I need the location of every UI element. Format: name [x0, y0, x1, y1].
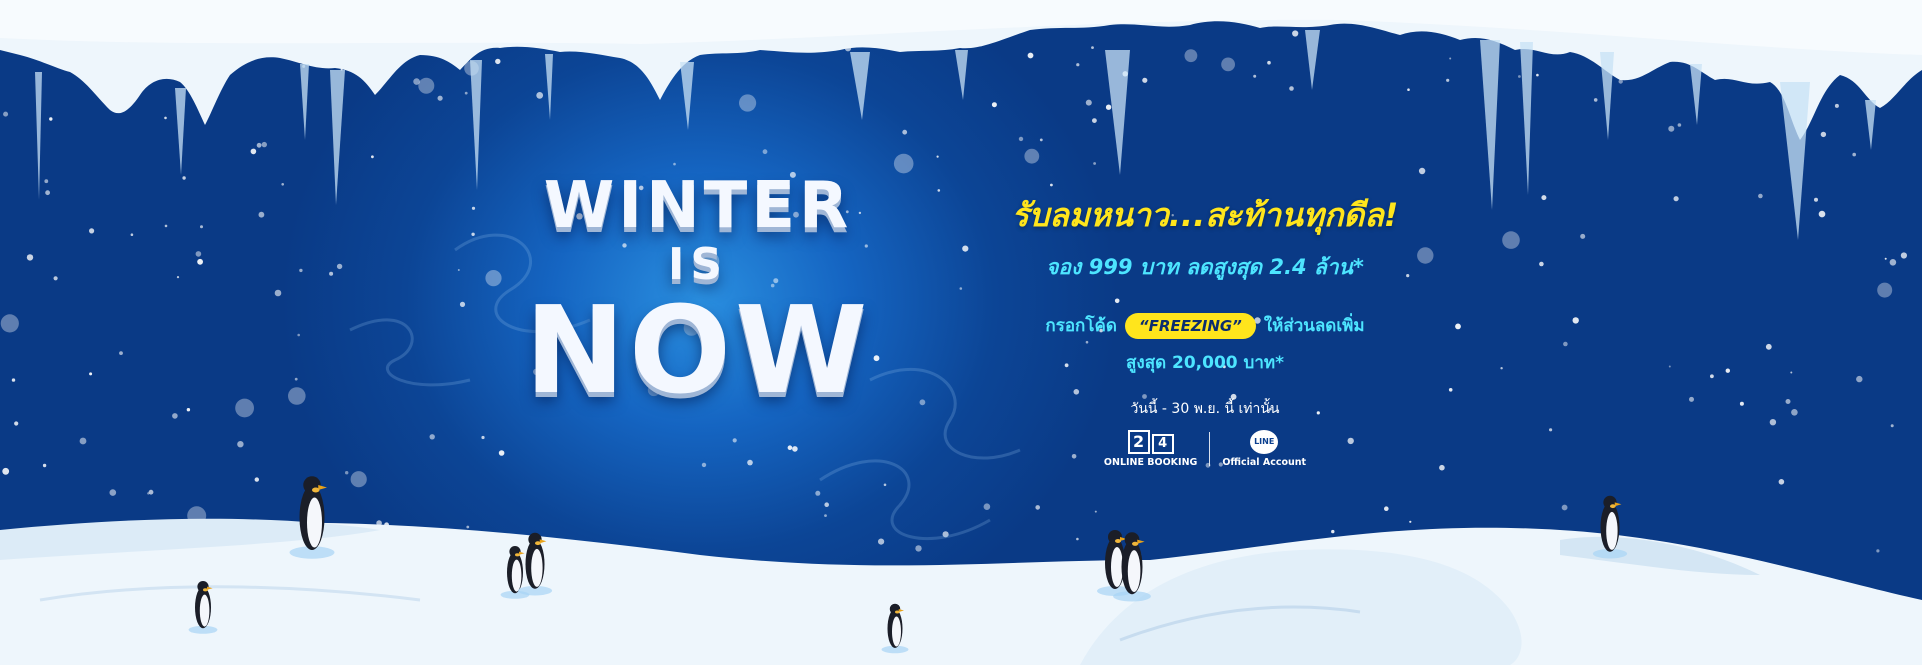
code-prefix: กรอกโค้ด — [1045, 316, 1117, 336]
penguin-icon — [188, 581, 218, 634]
line-logo-icon: LINE — [1250, 430, 1279, 454]
promo-subline: จอง 999 บาท ลดสูงสุด 2.4 ล้าน* — [1046, 255, 1364, 279]
penguin-icon — [1592, 495, 1628, 559]
channel-logos: 2 4 ONLINE BOOKING LINE Official Account — [960, 430, 1450, 468]
code-max-discount: สูงสุด 20,000 บาท* — [1126, 353, 1284, 373]
promo-period: วันนี้ - 30 พ.ย. นี้ เท่านั้น — [1130, 401, 1280, 417]
code-suffix: ให้ส่วนลดเพิ่ม — [1263, 316, 1365, 336]
penguin-icon — [289, 476, 335, 559]
online-booking-24-logo-icon: 2 4 — [1127, 430, 1174, 454]
promo-code-badge[interactable]: “FREEZING” — [1124, 312, 1256, 339]
headline-now: NOW — [524, 282, 872, 421]
winter-is-now-headline: WINTER IS NOW — [478, 170, 918, 412]
winter-promo-banner[interactable]: WINTER IS NOW รับลมหนาว...สะท้านทุกดีล! … — [0, 0, 1922, 665]
logo-digit-2: 2 — [1127, 430, 1150, 454]
line-official-caption: Official Account — [1222, 457, 1307, 468]
promo-copy: รับลมหนาว...สะท้านทุกดีล! จอง 999 บาท ลด… — [960, 190, 1450, 468]
penguin-icon — [517, 532, 553, 596]
penguin-icon — [881, 603, 909, 654]
online-booking-logo[interactable]: 2 4 ONLINE BOOKING — [1104, 430, 1197, 468]
promo-tagline: รับลมหนาว...สะท้านทุกดีล! — [1011, 196, 1399, 234]
logo-digit-4: 4 — [1151, 434, 1174, 454]
line-official-account-logo[interactable]: LINE Official Account — [1222, 430, 1306, 468]
promo-code-row: กรอกโค้ด “FREEZING” ให้ส่วนลดเพิ่ม — [960, 312, 1450, 339]
online-booking-caption: ONLINE BOOKING — [1103, 457, 1198, 468]
headline-winter: WINTER — [543, 169, 853, 243]
logo-divider — [1209, 432, 1211, 466]
